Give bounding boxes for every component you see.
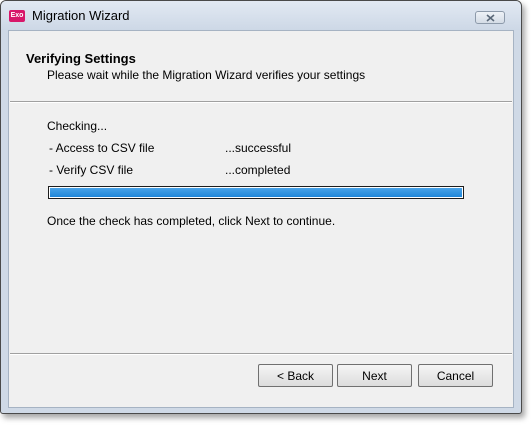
instruction-text: Once the check has completed, click Next… xyxy=(47,214,336,228)
cancel-button[interactable]: Cancel xyxy=(418,364,493,387)
close-icon xyxy=(486,14,495,22)
exo-icon: Exo xyxy=(9,10,25,22)
check-name: - Access to CSV file xyxy=(49,141,155,155)
check-row-verify-csv: - Verify CSV file ...completed xyxy=(47,163,347,179)
progress-fill xyxy=(50,188,462,197)
window-title: Migration Wizard xyxy=(32,8,130,23)
header-divider xyxy=(10,101,512,103)
page-title: Verifying Settings xyxy=(26,51,136,66)
next-button[interactable]: Next xyxy=(337,364,412,387)
check-row-access-csv: - Access to CSV file ...successful xyxy=(47,141,347,157)
progress-bar xyxy=(48,186,464,199)
cancel-label: Cancel xyxy=(436,368,475,383)
back-button[interactable]: < Back xyxy=(258,364,333,387)
check-name: - Verify CSV file xyxy=(49,163,134,177)
wizard-window: Exo Migration Wizard Verifying Settings … xyxy=(0,0,522,414)
back-label: < Back xyxy=(276,368,315,383)
close-button[interactable] xyxy=(475,11,505,24)
wizard-client-area: Verifying Settings Please wait while the… xyxy=(8,30,514,408)
checking-label: Checking... xyxy=(47,119,108,133)
page-subtitle: Please wait while the Migration Wizard v… xyxy=(47,68,366,82)
check-status: ...successful xyxy=(225,141,292,155)
next-label: Next xyxy=(362,368,387,383)
title-bar[interactable]: Exo Migration Wizard xyxy=(1,1,521,30)
check-status: ...completed xyxy=(225,163,291,177)
footer-divider xyxy=(10,353,512,355)
